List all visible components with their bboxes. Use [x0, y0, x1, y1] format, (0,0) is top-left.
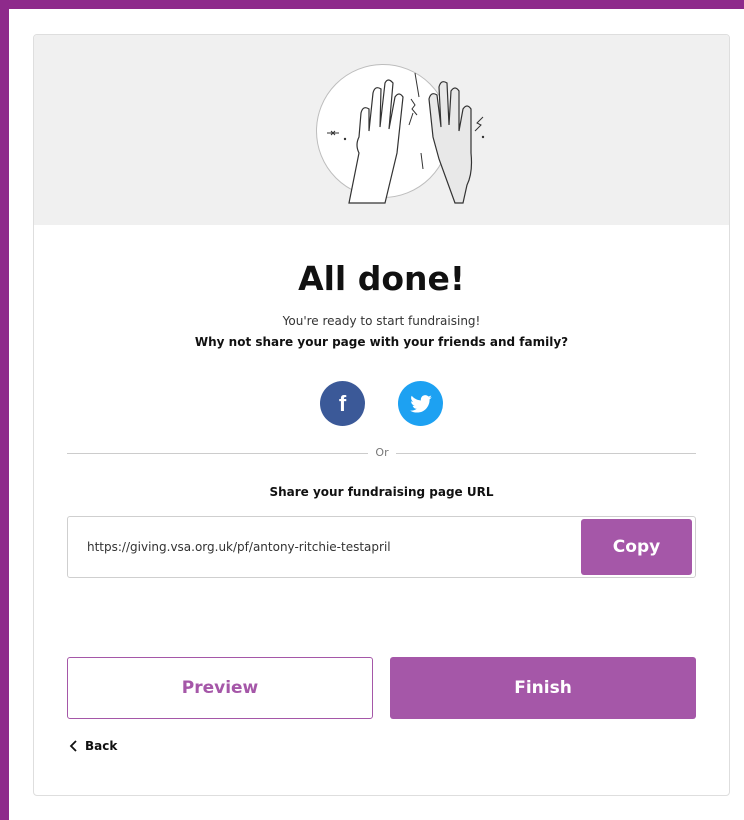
- preview-button[interactable]: Preview: [67, 657, 373, 719]
- url-heading: Share your fundraising page URL: [269, 485, 494, 499]
- back-link[interactable]: Back: [69, 739, 117, 753]
- back-label: Back: [85, 739, 118, 753]
- high-five-icon: [327, 72, 485, 204]
- copy-url-button[interactable]: Copy: [581, 519, 692, 575]
- hero-banner: [34, 35, 729, 225]
- success-card: All done! You're ready to start fundrais…: [33, 34, 730, 796]
- high-five-illustration: [316, 64, 485, 204]
- divider-left: [67, 453, 368, 454]
- twitter-icon: [409, 394, 432, 413]
- share-prompt: Why not share your page with your friend…: [194, 335, 569, 349]
- twitter-share-button[interactable]: [398, 381, 443, 426]
- url-field-container: Copy: [67, 516, 696, 578]
- facebook-share-button[interactable]: f: [320, 381, 365, 426]
- finish-button[interactable]: Finish: [390, 657, 696, 719]
- page-title: All done!: [298, 259, 465, 298]
- page-url-input[interactable]: [87, 517, 567, 577]
- divider-right: [396, 453, 696, 454]
- chevron-left-icon: [69, 740, 77, 752]
- divider-or-label: Or: [375, 446, 389, 459]
- page-subtitle: You're ready to start fundraising!: [282, 314, 481, 328]
- facebook-icon: f: [338, 390, 347, 416]
